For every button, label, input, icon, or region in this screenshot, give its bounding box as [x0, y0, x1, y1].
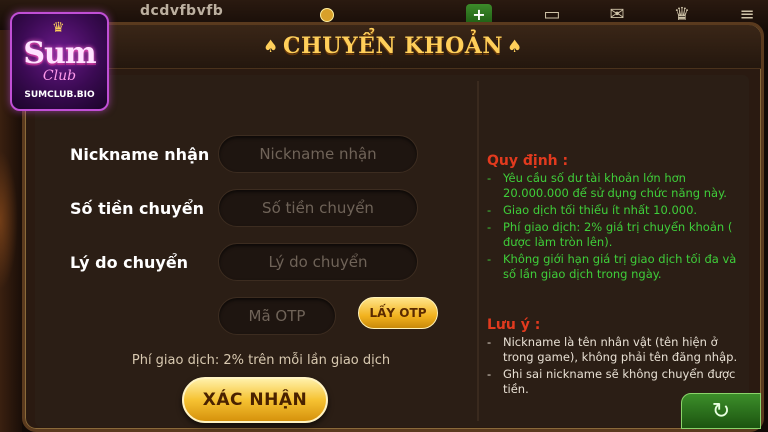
- list-item: - Không giới hạn giá trị giao dịch tối đa…: [487, 252, 737, 281]
- spade-icon: ♠: [507, 37, 523, 57]
- username-text: dcdvfbvfb: [140, 3, 224, 19]
- coin-icon: [320, 8, 334, 22]
- transfer-dialog: ♠ CHUYỂN KHOẢN ♠ Nickname nhận Nickname …: [22, 22, 764, 432]
- list-item: - Yêu cầu số dư tài khoản lớn hơn 20.000.…: [487, 171, 727, 200]
- column-divider: [477, 81, 479, 421]
- logo-title: Sum: [23, 36, 96, 71]
- reason-label: Lý do chuyển: [70, 253, 189, 272]
- notes-list: - Nickname là tên nhân vật (tên hiện ở tr…: [487, 335, 743, 399]
- reason-input[interactable]: Lý do chuyển: [218, 243, 418, 281]
- left-background-glow: [0, 150, 18, 290]
- list-item: - Giao dịch tối thiểu ít nhất 10.000.: [487, 203, 698, 217]
- dialog-title: CHUYỂN KHOẢN: [283, 33, 503, 59]
- get-otp-button[interactable]: LẤY OTP: [358, 297, 438, 329]
- dialog-header: ♠ CHUYỂN KHOẢN ♠: [25, 25, 761, 69]
- history-button[interactable]: ↻: [681, 393, 761, 429]
- list-item: - Phí giao dịch: 2% giá trị chuyển khoản …: [487, 220, 733, 249]
- rules-heading: Quy định :: [487, 153, 569, 169]
- sumclub-logo: ♛ Sum Club SUMCLUB.BIO: [10, 12, 109, 111]
- logo-domain: SUMCLUB.BIO: [24, 90, 95, 100]
- crown-icon: ♛: [52, 20, 65, 36]
- notes-heading: Lưu ý :: [487, 317, 541, 333]
- history-icon: ↻: [711, 398, 731, 424]
- nickname-input[interactable]: Nickname nhận: [218, 135, 418, 173]
- amount-input[interactable]: Số tiền chuyển: [218, 189, 418, 227]
- rules-list: - Yêu cầu số dư tài khoản lớn hơn 20.000.…: [487, 171, 743, 284]
- confirm-button[interactable]: XÁC NHẬN: [182, 377, 328, 423]
- dialog-body: Nickname nhận Nickname nhận Số tiền chuy…: [35, 75, 749, 427]
- otp-input[interactable]: Mã OTP: [218, 297, 336, 335]
- amount-label: Số tiền chuyển: [70, 199, 204, 218]
- list-item: - Nickname là tên nhân vật (tên hiện ở tr…: [487, 335, 738, 364]
- logo-subtitle: Club: [42, 68, 77, 84]
- fee-note: Phí giao dịch: 2% trên mỗi lần giao dịch: [131, 353, 391, 368]
- nickname-label: Nickname nhận: [70, 145, 210, 164]
